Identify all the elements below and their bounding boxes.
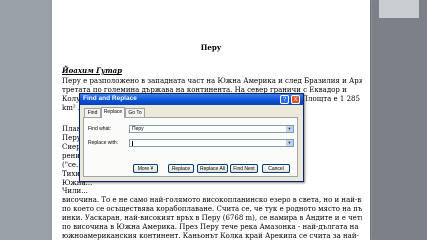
tab-find[interactable]: Find <box>84 108 101 117</box>
replace-with-label: Replace with: <box>88 140 119 146</box>
close-button[interactable]: X <box>291 95 300 104</box>
document-title: Перу <box>200 43 222 52</box>
dropdown-arrow-icon[interactable]: ▼ <box>286 126 293 132</box>
text-line: по височина в Южна Америка. През Перу те… <box>62 223 359 231</box>
text-line: инки. Уаскаран, най-високият връх в Перу… <box>62 214 362 222</box>
text-line: по което се осъществява корабоплаване. С… <box>62 205 362 213</box>
text-caret <box>132 141 133 146</box>
panel-block <box>379 0 419 18</box>
tab-goto[interactable]: Go To <box>125 108 145 117</box>
replace-with-field[interactable]: ▼ <box>129 139 294 147</box>
more-button[interactable]: More ¥ <box>133 164 158 173</box>
right-panel <box>372 0 427 240</box>
text-line: Чили... <box>62 187 88 195</box>
dialog-title: Find and Replace <box>83 95 137 102</box>
find-what-field[interactable]: Перу ▼ <box>129 125 294 133</box>
find-what-label: Find what: <box>88 126 112 132</box>
cancel-button[interactable]: Cancel <box>262 164 290 173</box>
find-what-value: Перу <box>132 126 144 132</box>
help-button[interactable]: ? <box>280 95 289 104</box>
text-line: южноамериканския континент. Каньонът Кол… <box>62 232 359 240</box>
tab-replace[interactable]: Replace <box>101 107 125 118</box>
text-line: Перу е разположено в западната част на Ю… <box>62 77 362 85</box>
find-replace-dialog[interactable]: Find and Replace ? X Find Replace Go To … <box>79 93 304 182</box>
find-next-button[interactable]: Find Next <box>230 164 258 173</box>
document-author: Йоахим Гутар <box>62 66 123 75</box>
replace-all-button[interactable]: Replace All <box>197 164 228 173</box>
replace-button[interactable]: Replace <box>168 164 194 173</box>
dialog-titlebar[interactable]: Find and Replace ? X <box>80 94 303 105</box>
text-line: височина. То е не само най-голямото висо… <box>62 196 362 204</box>
dropdown-arrow-icon[interactable]: ▼ <box>286 140 293 146</box>
